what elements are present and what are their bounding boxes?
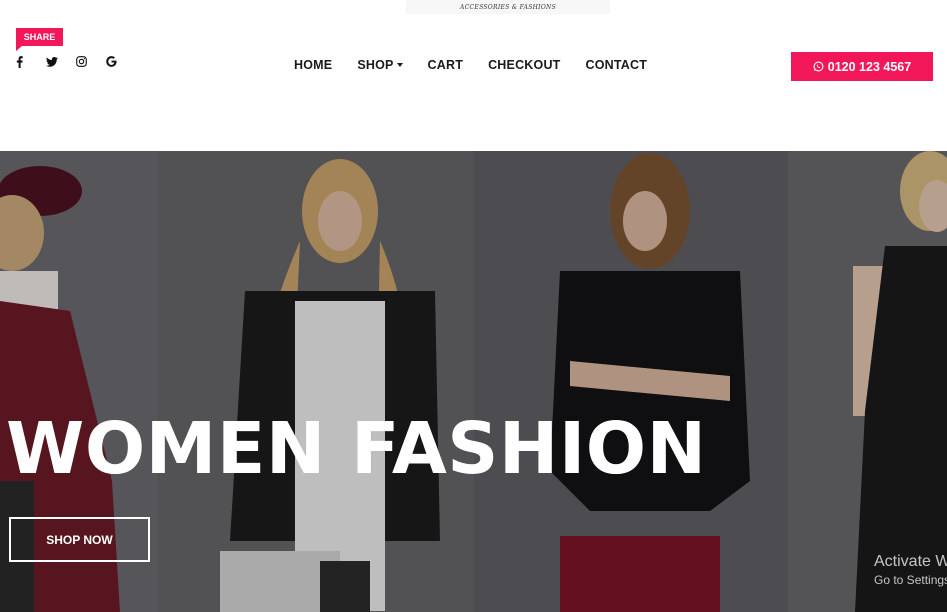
phone-number: 0120 123 4567 (827, 59, 912, 74)
google-icon[interactable] (104, 53, 134, 70)
whatsapp-icon (813, 61, 824, 72)
site-header: ACCESSORIES & FASHIONS SHARE HOME SHOP C… (0, 0, 947, 151)
watermark-line2: Go to Settings (874, 573, 947, 587)
hero-title: WOMEN FASHION (6, 407, 707, 490)
nav-contact[interactable]: CONTACT (586, 58, 648, 72)
watermark-line1: Activate W (874, 553, 947, 570)
site-logo[interactable]: ACCESSORIES & FASHIONS (406, 0, 610, 14)
main-nav: HOME SHOP CART CHECKOUT CONTACT (282, 58, 672, 72)
facebook-icon[interactable] (14, 53, 44, 70)
share-label: SHARE (23, 32, 56, 42)
instagram-icon[interactable] (74, 53, 104, 70)
twitter-icon[interactable] (44, 53, 74, 70)
phone-button[interactable]: 0120 123 4567 (791, 52, 933, 81)
nav-cart[interactable]: CART (428, 58, 464, 72)
nav-shop-label: SHOP (357, 58, 394, 72)
shop-now-button[interactable]: SHOP NOW (9, 517, 150, 562)
hero-banner: WOMEN FASHION SHOP NOW Activate W Go to … (0, 151, 947, 612)
social-links (14, 53, 134, 70)
chevron-down-icon (396, 63, 403, 67)
nav-home[interactable]: HOME (294, 58, 332, 72)
nav-checkout[interactable]: CHECKOUT (488, 58, 560, 72)
nav-shop[interactable]: SHOP (357, 58, 403, 72)
share-badge: SHARE (16, 28, 63, 51)
logo-tagline: ACCESSORIES & FASHIONS (459, 3, 557, 11)
windows-activation-watermark: Activate W Go to Settings (874, 553, 947, 587)
